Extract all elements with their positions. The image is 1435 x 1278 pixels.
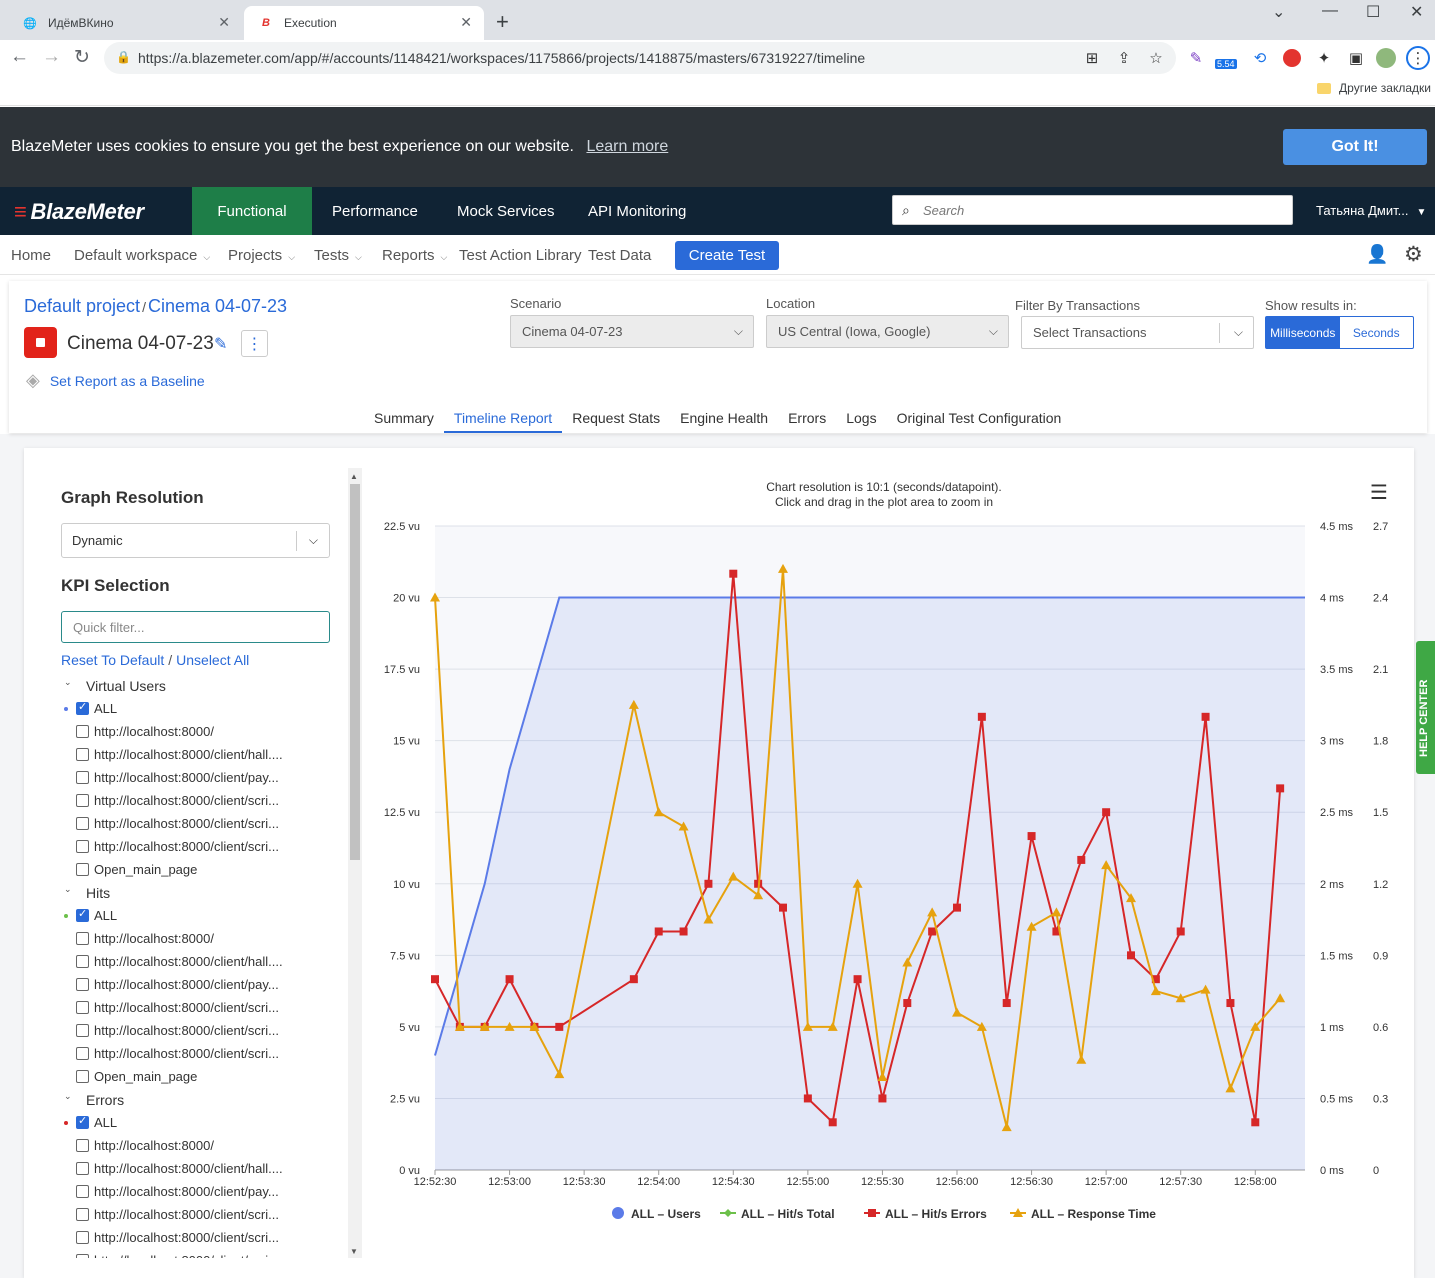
y-right-ms-tick-label: 0 ms — [1320, 1165, 1344, 1177]
y-right-hits-tick-label: 1.2 — [1373, 879, 1388, 891]
help-center-tab[interactable]: HELP CENTER — [1416, 641, 1435, 774]
errors-point — [928, 927, 937, 936]
errors-point — [878, 1094, 887, 1103]
legend-marker-users — [612, 1207, 624, 1219]
y-left-tick-label: 7.5 vu — [390, 950, 420, 962]
x-tick-label: 12:52:30 — [414, 1176, 457, 1188]
legend-item-label[interactable]: ALL – Hit/s Errors — [885, 1207, 987, 1221]
legend-item-label[interactable]: ALL – Response Time — [1031, 1207, 1156, 1221]
errors-point — [779, 903, 787, 912]
legend-item-label[interactable]: ALL – Users — [631, 1207, 701, 1221]
timeline-chart[interactable]: 0 vu2.5 vu5 vu7.5 vu10 vu12.5 vu15 vu17.… — [0, 0, 1435, 1278]
y-left-tick-label: 2.5 vu — [390, 1093, 420, 1105]
y-right-hits-tick-label: 2.7 — [1373, 521, 1388, 533]
y-right-ms-tick-label: 2.5 ms — [1320, 807, 1354, 819]
errors-point — [853, 975, 862, 984]
y-right-ms-tick-label: 4 ms — [1320, 593, 1344, 605]
y-right-hits-tick-label: 1.5 — [1373, 807, 1388, 819]
y-left-tick-label: 22.5 vu — [384, 521, 420, 533]
errors-point — [977, 712, 986, 721]
y-right-ms-tick-label: 3.5 ms — [1320, 664, 1354, 676]
errors-point — [704, 879, 713, 888]
errors-point — [1127, 951, 1135, 960]
x-tick-label: 12:53:30 — [563, 1176, 606, 1188]
y-left-tick-label: 17.5 vu — [384, 664, 420, 676]
errors-point — [679, 927, 688, 936]
errors-point — [1102, 808, 1111, 817]
errors-point — [555, 1022, 564, 1031]
errors-point — [1226, 999, 1235, 1008]
x-tick-label: 12:56:30 — [1010, 1176, 1053, 1188]
legend-marker-errors — [868, 1209, 876, 1217]
errors-point — [654, 927, 663, 936]
series-area-users — [435, 597, 1305, 1170]
errors-point — [505, 975, 514, 984]
errors-point — [729, 569, 738, 578]
errors-point — [1251, 1118, 1260, 1127]
x-tick-label: 12:56:00 — [936, 1176, 979, 1188]
legend-item-label[interactable]: ALL – Hit/s Total — [741, 1207, 835, 1221]
y-right-hits-tick-label: 2.4 — [1373, 593, 1388, 605]
x-tick-label: 12:57:30 — [1159, 1176, 1202, 1188]
y-right-ms-tick-label: 0.5 ms — [1320, 1093, 1354, 1105]
errors-point — [431, 975, 439, 984]
x-tick-label: 12:54:30 — [712, 1176, 755, 1188]
errors-point — [828, 1118, 837, 1127]
legend-marker-hits — [724, 1209, 732, 1217]
y-left-tick-label: 12.5 vu — [384, 807, 420, 819]
x-tick-label: 12:54:00 — [637, 1176, 680, 1188]
errors-point — [953, 903, 961, 912]
errors-point — [1276, 784, 1285, 793]
errors-point — [1027, 832, 1036, 841]
errors-point — [1176, 927, 1185, 936]
errors-point — [1201, 712, 1210, 721]
y-right-ms-tick-label: 1 ms — [1320, 1022, 1344, 1034]
y-left-tick-label: 20 vu — [393, 593, 420, 605]
x-tick-label: 12:55:30 — [861, 1176, 904, 1188]
x-tick-label: 12:57:00 — [1085, 1176, 1128, 1188]
y-left-tick-label: 10 vu — [393, 879, 420, 891]
errors-point — [803, 1094, 812, 1103]
help-center-label: HELP CENTER — [1418, 679, 1430, 757]
x-tick-label: 12:53:00 — [488, 1176, 531, 1188]
y-right-hits-tick-label: 0 — [1373, 1165, 1379, 1177]
x-tick-label: 12:55:00 — [786, 1176, 829, 1188]
errors-point — [1002, 999, 1011, 1008]
y-right-ms-tick-label: 3 ms — [1320, 736, 1344, 748]
y-right-hits-tick-label: 2.1 — [1373, 664, 1388, 676]
y-right-ms-tick-label: 4.5 ms — [1320, 521, 1354, 533]
errors-point — [629, 975, 638, 984]
y-right-hits-tick-label: 1.8 — [1373, 736, 1388, 748]
y-right-ms-tick-label: 1.5 ms — [1320, 950, 1354, 962]
y-right-hits-tick-label: 0.9 — [1373, 950, 1388, 962]
y-right-hits-tick-label: 0.3 — [1373, 1093, 1388, 1105]
y-left-tick-label: 15 vu — [393, 736, 420, 748]
y-right-hits-tick-label: 0.6 — [1373, 1022, 1388, 1034]
x-tick-label: 12:58:00 — [1234, 1176, 1277, 1188]
y-left-tick-label: 5 vu — [399, 1022, 420, 1034]
errors-point — [1077, 855, 1086, 864]
errors-point — [903, 999, 912, 1008]
y-right-ms-tick-label: 2 ms — [1320, 879, 1344, 891]
